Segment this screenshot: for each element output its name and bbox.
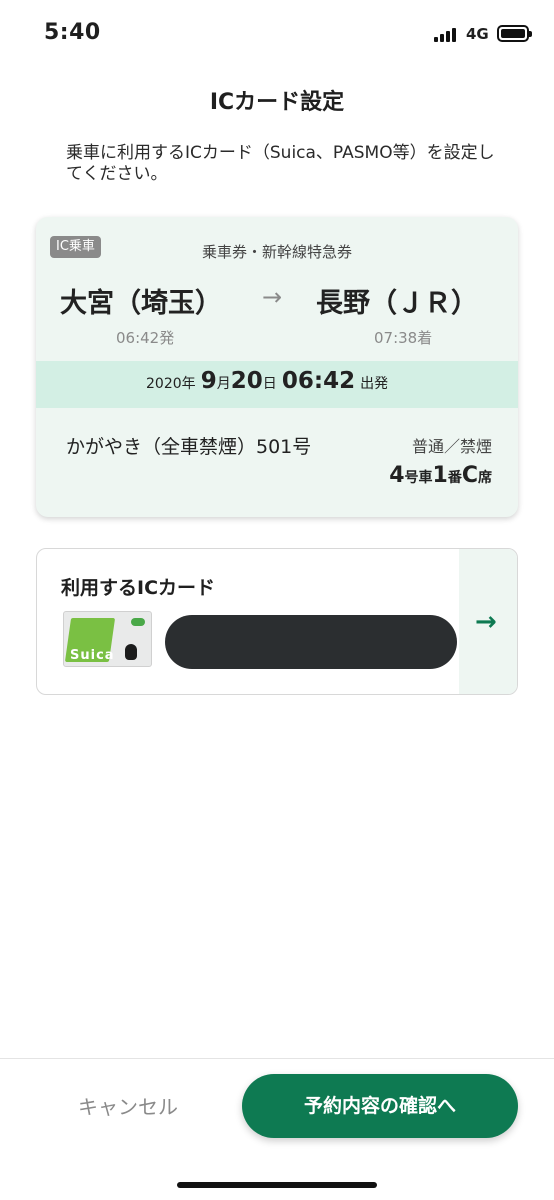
bottom-action-bar: キャンセル 予約内容の確認へ bbox=[0, 1058, 554, 1200]
masked-card-number bbox=[165, 615, 457, 669]
suica-card-image: Suica bbox=[63, 611, 152, 667]
date-time: 06:42 bbox=[281, 368, 356, 394]
seat-unit: 席 bbox=[478, 470, 492, 486]
confirm-reservation-button[interactable]: 予約内容の確認へ bbox=[242, 1074, 518, 1138]
arrival-station: 長野（ＪＲ） bbox=[316, 288, 478, 319]
departure-date-band: 2020年 9月20日 06:42 出発 bbox=[36, 361, 518, 408]
seat-car-unit: 号車 bbox=[404, 470, 433, 486]
ic-card-selector[interactable]: 利用するICカード Suica → bbox=[36, 548, 518, 695]
cancel-button[interactable]: キャンセル bbox=[38, 1089, 218, 1125]
date-month: 9 bbox=[200, 368, 217, 394]
network-label: 4G bbox=[466, 25, 489, 43]
date-day-unit: 日 bbox=[262, 376, 277, 392]
seat-row: 1 bbox=[432, 463, 448, 488]
seat-number: 4号車1番C席 bbox=[389, 463, 492, 488]
ic-logo-icon bbox=[131, 618, 145, 626]
seat-class: 普通／禁煙 bbox=[411, 437, 492, 456]
page-description: 乗車に利用するICカード（Suica、PASMO等）を設定してください。 bbox=[66, 143, 495, 184]
status-bar: 5:40 4G bbox=[0, 0, 554, 64]
train-name: かがやき（全車禁煙）501号 bbox=[66, 436, 312, 458]
date-suffix: 出発 bbox=[360, 376, 389, 392]
date-day: 20 bbox=[230, 368, 263, 394]
departure-time: 06:42発 bbox=[116, 329, 175, 347]
seat-row-unit: 番 bbox=[447, 470, 462, 486]
cellular-signal-icon bbox=[434, 28, 460, 42]
route-arrow-icon: → bbox=[262, 283, 283, 311]
arrival-time: 07:38着 bbox=[374, 329, 433, 347]
ic-card-change-button[interactable]: → bbox=[459, 549, 517, 694]
date-year: 2020年 bbox=[146, 376, 196, 392]
battery-icon bbox=[497, 25, 532, 42]
arrow-right-icon: → bbox=[475, 607, 497, 637]
ticket-card: IC乗車 乗車券・新幹線特急券 大宮（埼玉） → 長野（ＪＲ） 06:42発 0… bbox=[36, 217, 518, 517]
date-month-unit: 月 bbox=[216, 376, 231, 392]
seat-car: 4 bbox=[389, 463, 405, 488]
departure-station: 大宮（埼玉） bbox=[60, 288, 222, 319]
ticket-type: 乗車券・新幹線特急券 bbox=[201, 243, 352, 261]
suica-card-name: Suica bbox=[70, 648, 115, 663]
seat-letter: C bbox=[461, 463, 478, 488]
page-title: ICカード設定 bbox=[209, 90, 345, 115]
ic-card-title: 利用するICカード bbox=[61, 577, 216, 599]
status-time: 5:40 bbox=[44, 20, 101, 45]
penguin-icon bbox=[125, 644, 137, 660]
home-indicator[interactable] bbox=[177, 1182, 377, 1188]
